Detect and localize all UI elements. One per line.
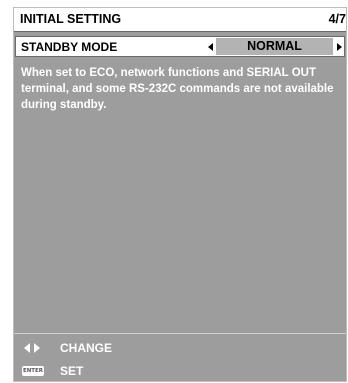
triangle-right-icon[interactable] bbox=[337, 43, 342, 51]
footer-set-hint: ENTER SET bbox=[22, 362, 222, 380]
change-label: CHANGE bbox=[60, 341, 113, 355]
standby-mode-value: NORMAL bbox=[247, 39, 302, 53]
setting-description: When set to ECO, network functions and S… bbox=[21, 67, 334, 111]
page-indicator: 4/7 bbox=[328, 12, 346, 26]
triangle-left-icon[interactable] bbox=[208, 43, 213, 51]
set-label: SET bbox=[60, 364, 84, 378]
menu-header: INITIAL SETTING 4/7 bbox=[14, 8, 346, 32]
osd-menu-panel: INITIAL SETTING 4/7 STANDBY MODE NORMAL … bbox=[13, 7, 347, 382]
footer-change-hint: CHANGE bbox=[22, 339, 222, 357]
footer-divider bbox=[14, 333, 346, 334]
triangle-left-icon bbox=[24, 343, 30, 353]
standby-mode-value-box[interactable]: NORMAL bbox=[216, 38, 333, 55]
left-right-arrows-icon bbox=[24, 343, 42, 353]
standby-mode-row[interactable]: STANDBY MODE NORMAL bbox=[15, 36, 345, 57]
enter-button-icon: ENTER bbox=[22, 366, 44, 376]
standby-mode-label: STANDBY MODE bbox=[21, 40, 118, 54]
menu-title: INITIAL SETTING bbox=[20, 12, 122, 26]
triangle-right-icon bbox=[34, 343, 40, 353]
